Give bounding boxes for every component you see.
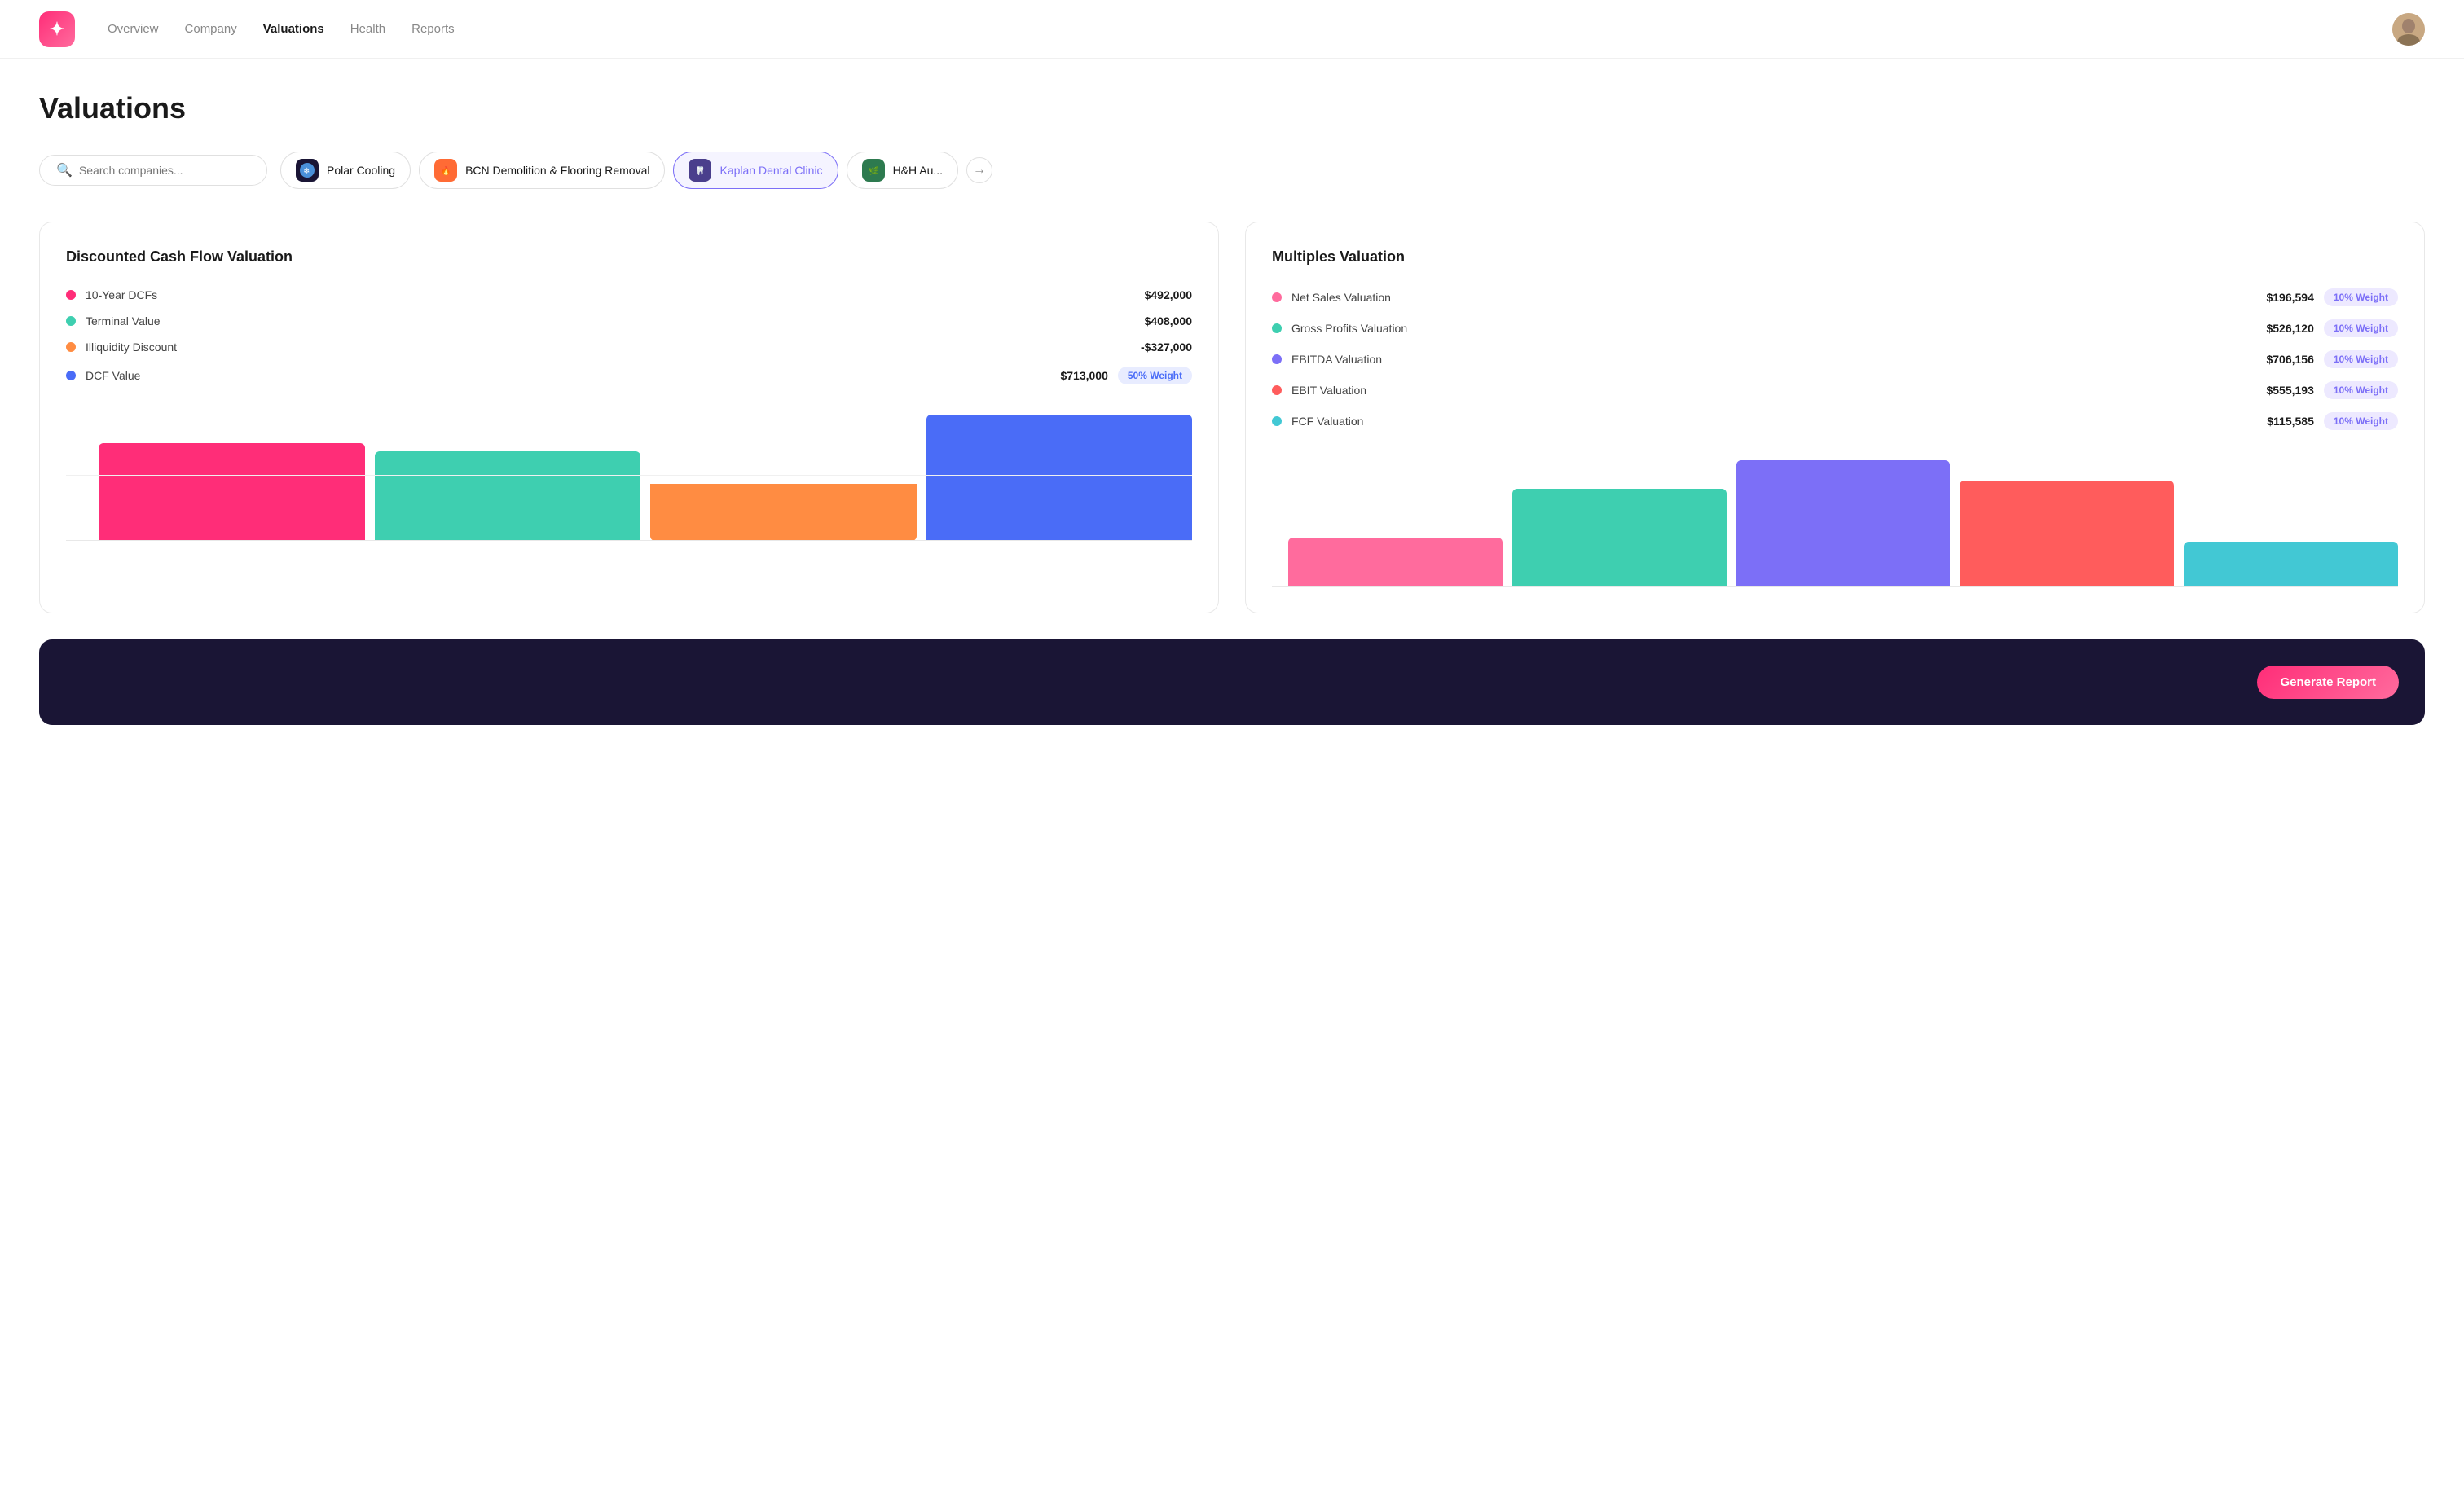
bar-dcf [926,415,1193,541]
metric-label: EBIT Valuation [1291,384,1366,397]
metric-dot [66,371,76,380]
hh-icon: 🌿 [862,159,885,182]
bar-illiquidity [650,484,917,541]
metric-value: $115,585 [2267,415,2314,428]
metric-dot [66,342,76,352]
charts-row: Discounted Cash Flow Valuation 10-Year D… [39,222,2425,613]
search-input[interactable] [79,164,250,177]
metric-value: $526,120 [2266,322,2313,335]
bar-terminal [375,451,641,541]
metric-dot [1272,354,1282,364]
metric-dot [1272,292,1282,302]
weight-badge: 50% Weight [1118,367,1192,384]
metric-dot [66,316,76,326]
metric-value: $196,594 [2266,291,2313,304]
weight-badge: 10% Weight [2324,288,2398,306]
generate-report-button[interactable]: Generate Report [2257,666,2399,699]
metric-value: $706,156 [2266,353,2313,366]
metric-row: Terminal Value $408,000 [66,314,1192,327]
metric-value: -$327,000 [1141,341,1192,354]
bcn-label: BCN Demolition & Flooring Removal [465,164,649,177]
avatar[interactable] [2392,13,2425,46]
bar-ebit [1960,481,2174,587]
dcf-card: Discounted Cash Flow Valuation 10-Year D… [39,222,1219,613]
metric-dot [1272,416,1282,426]
metric-row: EBITDA Valuation $706,156 10% Weight [1272,350,2398,368]
metric-label: FCF Valuation [1291,415,1363,428]
weight-badge: 10% Weight [2324,350,2398,368]
metric-row: FCF Valuation $115,585 10% Weight [1272,412,2398,430]
bar-gross-profits [1512,489,1727,587]
logo-icon: ✦ [39,11,75,47]
kaplan-icon: 🦷 [689,159,711,182]
dcf-metrics: 10-Year DCFs $492,000 Terminal Value $40… [66,288,1192,384]
metric-value: $713,000 [1060,369,1107,382]
metric-value: $555,193 [2266,384,2313,397]
metric-row: Illiquidity Discount -$327,000 [66,341,1192,354]
metric-label: Gross Profits Valuation [1291,322,1407,335]
multiples-card: Multiples Valuation Net Sales Valuation … [1245,222,2425,613]
search-box[interactable]: 🔍 [39,155,267,186]
company-tab-polar-cooling[interactable]: ❄ Polar Cooling [280,152,411,189]
nav-links: Overview Company Valuations Health Repor… [108,19,455,39]
metric-label: EBITDA Valuation [1291,353,1382,366]
multiples-bar-chart [1272,456,2398,587]
svg-text:🌿: 🌿 [869,165,878,176]
dcf-bar-chart [66,411,1192,541]
metric-dot [1272,385,1282,395]
nav-overview[interactable]: Overview [108,19,159,39]
bcn-icon: 🔥 [434,159,457,182]
company-tab-kaplan[interactable]: 🦷 Kaplan Dental Clinic [673,152,838,189]
metric-value: $408,000 [1145,314,1192,327]
nav-reports[interactable]: Reports [411,19,455,39]
svg-text:❄: ❄ [303,167,310,176]
search-icon: 🔍 [56,162,73,178]
weight-badge: 10% Weight [2324,319,2398,337]
svg-text:🦷: 🦷 [695,165,705,176]
metric-row: Gross Profits Valuation $526,120 10% Wei… [1272,319,2398,337]
nav-health[interactable]: Health [350,19,385,39]
metric-label: Net Sales Valuation [1291,291,1391,304]
dcf-title: Discounted Cash Flow Valuation [66,248,1192,266]
bottom-section: Generate Report [39,639,2425,725]
metric-label: 10-Year DCFs [86,288,157,301]
metric-row: EBIT Valuation $555,193 10% Weight [1272,381,2398,399]
polar-cooling-icon: ❄ [296,159,319,182]
next-companies-button[interactable]: → [966,157,992,183]
kaplan-label: Kaplan Dental Clinic [719,164,822,177]
weight-badge: 10% Weight [2324,412,2398,430]
metric-label: DCF Value [86,369,140,382]
polar-cooling-label: Polar Cooling [327,164,395,177]
metric-dot [1272,323,1282,333]
metric-row: Net Sales Valuation $196,594 10% Weight [1272,288,2398,306]
metric-dot [66,290,76,300]
metric-value: $492,000 [1145,288,1192,301]
multiples-title: Multiples Valuation [1272,248,2398,266]
bar-ebitda [1736,460,1951,587]
nav-valuations[interactable]: Valuations [263,19,324,39]
page-title: Valuations [39,91,2425,125]
company-tab-hh[interactable]: 🌿 H&H Au... [847,152,958,189]
svg-text:🔥: 🔥 [441,165,451,176]
multiples-metrics: Net Sales Valuation $196,594 10% Weight … [1272,288,2398,430]
navbar: ✦ Overview Company Valuations Health Rep… [0,0,2464,59]
bar-net-sales [1288,538,1503,587]
company-tabs: ❄ Polar Cooling 🔥 BCN Demolition & Floor… [280,152,992,189]
main-content: Valuations 🔍 ❄ Polar Cooling 🔥 BCN Demol… [0,59,2464,758]
toolbar: 🔍 ❄ Polar Cooling 🔥 BCN Demolition & Flo… [39,152,2425,189]
hh-label: H&H Au... [893,164,943,177]
company-tab-bcn[interactable]: 🔥 BCN Demolition & Flooring Removal [419,152,665,189]
bar-fcf [2184,542,2398,587]
weight-badge: 10% Weight [2324,381,2398,399]
metric-label: Terminal Value [86,314,161,327]
bar-10yr [99,443,365,541]
metric-row: DCF Value $713,000 50% Weight [66,367,1192,384]
nav-company[interactable]: Company [185,19,237,39]
metric-label: Illiquidity Discount [86,341,177,354]
navbar-left: ✦ Overview Company Valuations Health Rep… [39,11,455,47]
metric-row: 10-Year DCFs $492,000 [66,288,1192,301]
